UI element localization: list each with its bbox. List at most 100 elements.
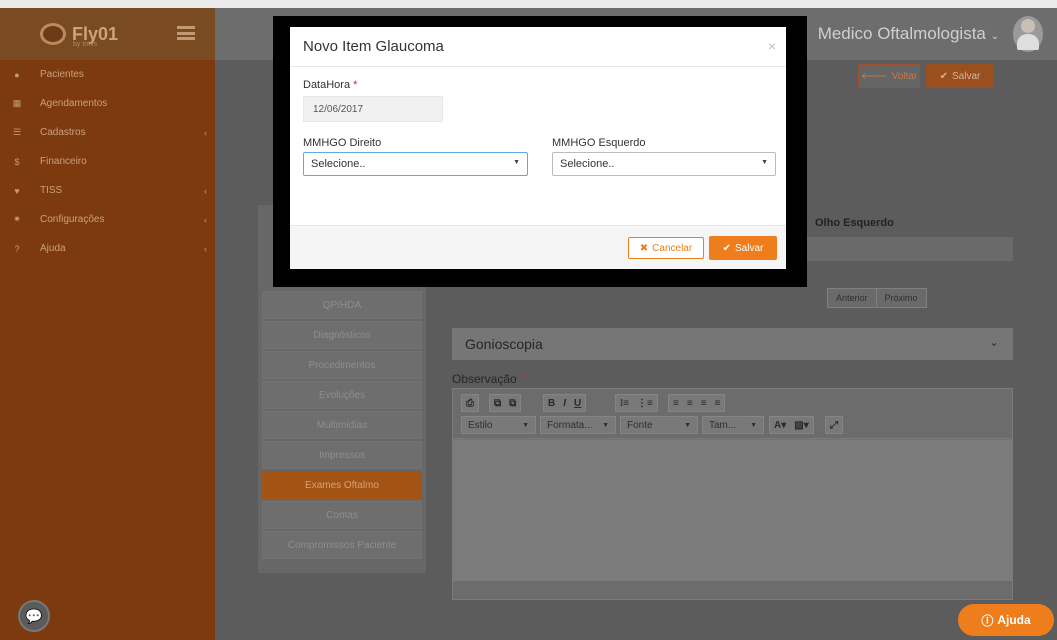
size-select-label: Tam...: [709, 419, 737, 431]
editor-text-area[interactable]: [453, 440, 1012, 581]
observation-label-text: Observação: [452, 372, 517, 386]
observation-label: Observação *: [452, 372, 525, 386]
italic-icon[interactable]: I: [563, 398, 566, 409]
maximize-icon[interactable]: ⤢: [830, 420, 838, 431]
sidebar-item-pacientes[interactable]: ● Pacientes: [0, 60, 215, 89]
help-button-label: Ajuda: [997, 613, 1031, 627]
cancel-button-label: Cancelar: [652, 242, 693, 254]
sidebar-item-agendamentos[interactable]: ▦ Agendamentos: [0, 89, 215, 118]
style-select[interactable]: Estilo ▼: [461, 416, 536, 434]
sidebar-item-configuracoes[interactable]: ✷ Configurações ‹: [0, 205, 215, 234]
tab-impressos[interactable]: Impressos: [262, 441, 422, 469]
list-icon: ☰: [12, 127, 22, 137]
paste-text-icon[interactable]: ⧉: [509, 398, 516, 409]
mmhgo-esquerdo-label: MMHGO Esquerdo: [552, 137, 646, 149]
datahora-field[interactable]: 12/06/2017: [303, 96, 443, 122]
tab-procedimentos[interactable]: Procedimentos: [262, 351, 422, 379]
numbered-list-icon[interactable]: ⁝≡: [620, 398, 629, 409]
save-button[interactable]: ✔ Salvar: [926, 64, 994, 88]
tab-diagnosticos[interactable]: Diagnósticos: [262, 321, 422, 349]
check-icon: ✔: [722, 242, 732, 254]
users-icon: ●: [14, 69, 20, 80]
section-gonioscopia[interactable]: Gonioscopia ⌄: [452, 328, 1013, 360]
caret-down-icon: ▼: [750, 421, 757, 429]
sidebar-item-tiss[interactable]: ♥ TISS ‹: [0, 176, 215, 205]
caret-down-icon: ▼: [602, 421, 609, 429]
tab-evolucoes[interactable]: Evoluções: [262, 381, 422, 409]
modal-save-button[interactable]: ✔ Salvar: [709, 236, 777, 260]
tab-qp-hda[interactable]: QP/HDA: [262, 291, 422, 319]
mmhgo-direito-value: Selecione..: [311, 158, 366, 170]
print-icon[interactable]: ⎙: [466, 398, 474, 409]
close-icon: ✖: [639, 242, 649, 254]
tab-compromissos-paciente[interactable]: Compromissos Paciente: [262, 531, 422, 559]
modal-header: Novo Item Glaucoma ×: [290, 27, 786, 67]
align-center-icon[interactable]: ≡: [687, 398, 693, 409]
prev-page-button[interactable]: Anterior: [828, 289, 876, 307]
datahora-label: DataHora *: [303, 79, 357, 91]
sidebar-item-cadastros[interactable]: ☰ Cadastros ‹: [0, 118, 215, 147]
cancel-button[interactable]: ✖ Cancelar: [628, 237, 704, 259]
background-color-icon[interactable]: ▨▾: [794, 420, 808, 431]
sidebar-menu: ● Pacientes ▦ Agendamentos ☰ Cadastros ‹…: [0, 60, 215, 263]
arrow-left-icon: 🡐: [860, 71, 888, 82]
handshake-icon: ♥: [14, 185, 20, 196]
bullet-list-icon[interactable]: ⋮≡: [637, 398, 653, 409]
mmhgo-esquerdo-value: Selecione..: [560, 158, 615, 170]
chevron-left-icon: ‹: [204, 185, 207, 196]
editor-paste-group: ⧉ ⧉: [489, 394, 522, 412]
underline-icon[interactable]: U: [574, 398, 581, 409]
sidebar-item-financeiro[interactable]: $ Financeiro: [0, 147, 215, 176]
mmhgo-direito-select[interactable]: Selecione.. ▼: [303, 152, 528, 176]
font-select[interactable]: Fonte ▼: [620, 416, 698, 434]
avatar[interactable]: [1013, 16, 1043, 52]
editor-format-group: B I U: [543, 394, 587, 412]
chevron-down-icon: ⌄: [990, 31, 999, 42]
size-select[interactable]: Tam... ▼: [702, 416, 764, 434]
chevron-left-icon: ‹: [204, 127, 207, 138]
editor-align-group: ≡ ≡ ≡ ≡: [668, 394, 726, 412]
editor-print-group: ⎙: [461, 394, 479, 412]
back-button-label: Voltar: [891, 70, 918, 82]
align-justify-icon[interactable]: ≡: [715, 398, 721, 409]
next-page-button[interactable]: Próximo: [875, 289, 926, 307]
sidebar-item-label: TISS: [40, 185, 63, 196]
user-menu[interactable]: Medico Oftalmologista ⌄: [818, 24, 999, 44]
section-title: Gonioscopia: [465, 336, 543, 352]
caret-down-icon: ▼: [684, 421, 691, 429]
text-color-icon[interactable]: A▾: [774, 420, 786, 431]
paste-icon[interactable]: ⧉: [494, 398, 501, 409]
sidebar-item-label: Ajuda: [40, 243, 66, 254]
sidebar-item-label: Agendamentos: [40, 98, 108, 109]
bold-icon[interactable]: B: [548, 398, 555, 409]
pagination: Anterior Próximo: [827, 288, 927, 308]
question-circle-icon: ⓘ: [981, 613, 994, 628]
sidebar-item-label: Financeiro: [40, 156, 87, 167]
sidebar-item-ajuda[interactable]: ? Ajuda ‹: [0, 234, 215, 263]
sidebar-item-label: Pacientes: [40, 69, 84, 80]
required-marker: *: [520, 372, 525, 386]
format-select[interactable]: Formata... ▼: [540, 416, 616, 434]
chevron-down-icon: ⌄: [988, 335, 999, 349]
modal-footer: ✖ Cancelar ✔ Salvar: [290, 225, 786, 269]
chevron-left-icon: ‹: [204, 214, 207, 225]
caret-down-icon: ▼: [513, 159, 520, 166]
question-icon: ?: [14, 243, 20, 254]
hamburger-menu-icon[interactable]: [177, 26, 195, 40]
sidebar-item-label: Cadastros: [40, 127, 86, 138]
modal-title-text: Novo Item Glaucoma: [303, 38, 444, 55]
tab-contas[interactable]: Contas: [262, 501, 422, 529]
back-button[interactable]: 🡐 Voltar: [858, 64, 920, 88]
rich-text-editor: ⎙ ⧉ ⧉ B I U ⁝≡ ⋮≡ ≡ ≡ ≡ ≡ Estilo ▼ Forma…: [452, 388, 1013, 600]
logo-bar: Fly01 by totvs: [0, 8, 215, 60]
align-left-icon[interactable]: ≡: [673, 398, 679, 409]
tab-multimidias[interactable]: Multimídias: [262, 411, 422, 439]
modal-dialog: Novo Item Glaucoma × DataHora * 12/06/20…: [290, 27, 786, 269]
chat-button[interactable]: 💬: [18, 600, 50, 632]
align-right-icon[interactable]: ≡: [701, 398, 707, 409]
tab-exames-oftalmo[interactable]: Exames Oftalmo: [262, 471, 422, 499]
help-button[interactable]: ⓘ Ajuda: [958, 604, 1054, 636]
mmhgo-esquerdo-select[interactable]: Selecione.. ▼: [552, 152, 776, 176]
calendar-icon: ▦: [12, 98, 22, 108]
close-icon[interactable]: ×: [768, 38, 776, 54]
